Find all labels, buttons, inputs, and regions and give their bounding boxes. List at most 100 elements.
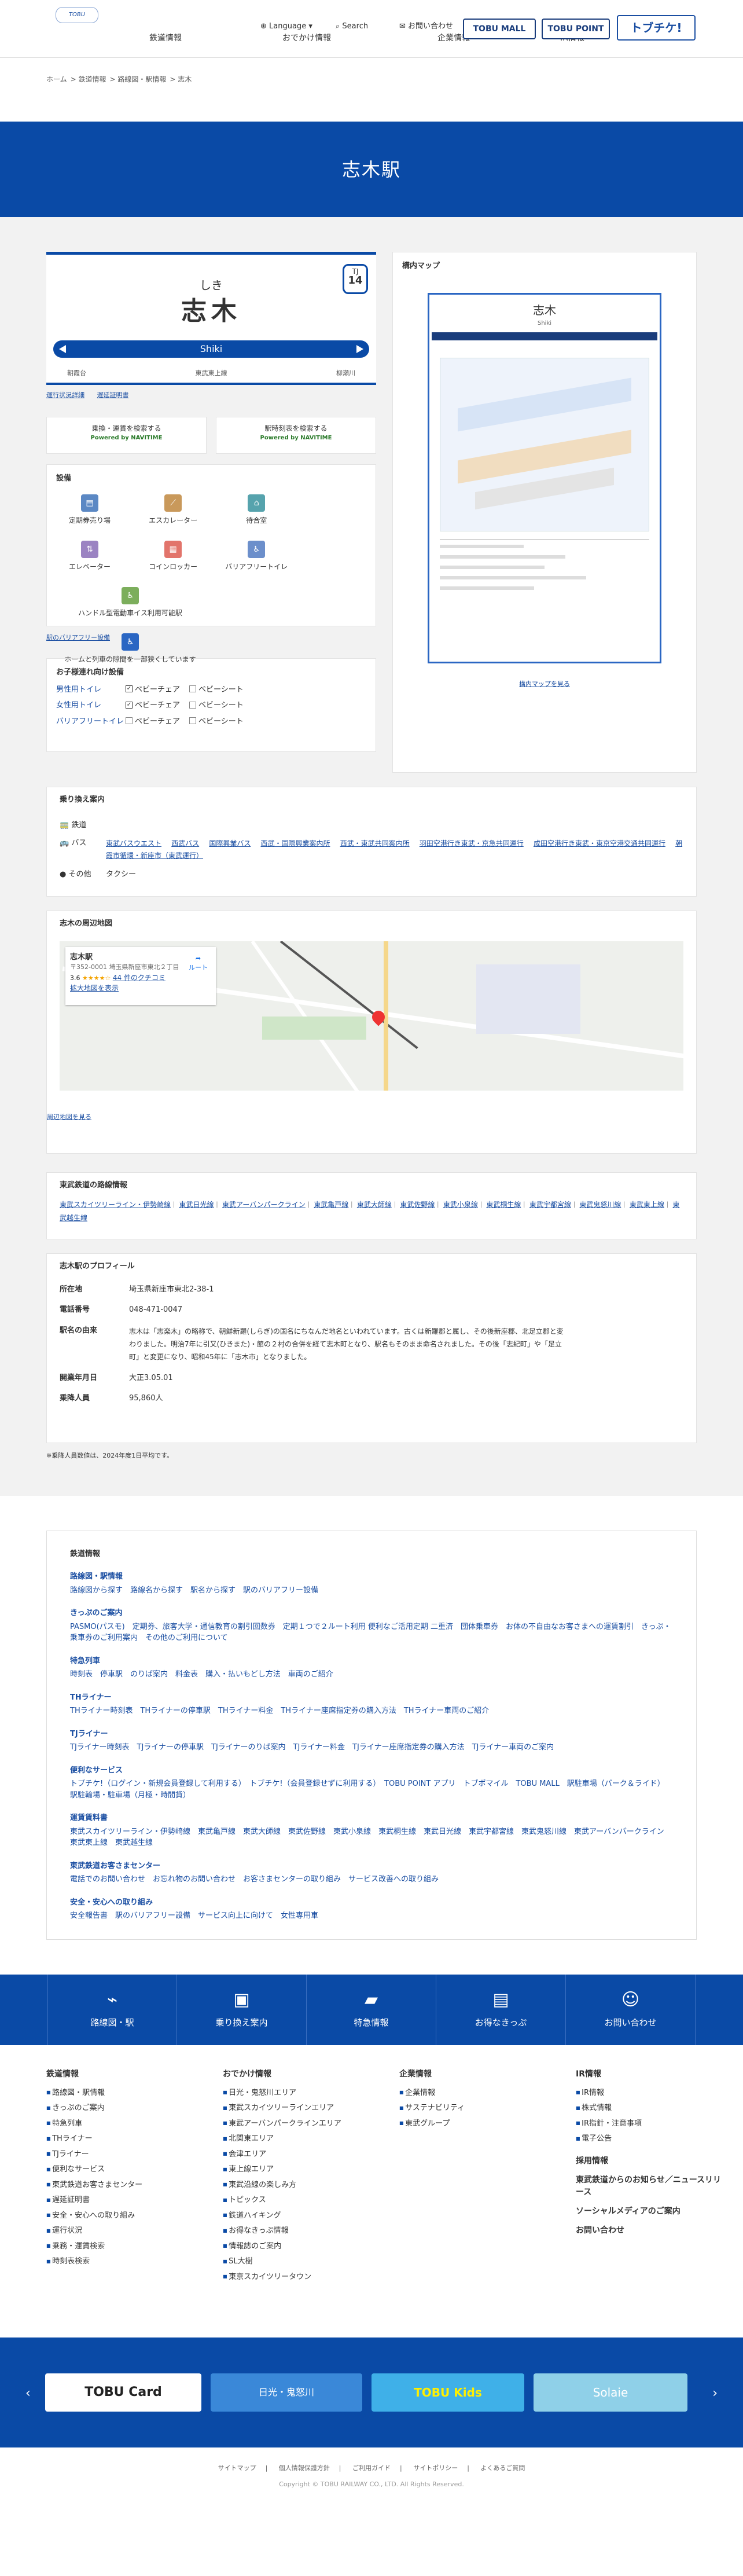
tobu-mall-button[interactable]: TOBU MALL bbox=[463, 19, 536, 39]
sitemap-heading[interactable]: 運賃賃料書 bbox=[70, 1812, 673, 1824]
bus-link[interactable]: 成田空港行き東武・東京空港交通共同運行 bbox=[534, 839, 665, 847]
footer-link[interactable]: お得なきっぷ情報 bbox=[223, 2225, 399, 2237]
delay-certificate-link[interactable]: 遅延証明書 bbox=[97, 391, 129, 399]
footer-link[interactable]: 会津エリア bbox=[223, 2149, 399, 2160]
footer-link[interactable]: 日光・鬼怒川エリア bbox=[223, 2087, 399, 2099]
footer-link[interactable]: 時刻表検索 bbox=[46, 2256, 223, 2267]
bnav-contact[interactable]: ☺ お問い合わせ bbox=[566, 1974, 696, 2045]
footer-link[interactable]: IR情報 bbox=[576, 2087, 726, 2099]
footer-link[interactable]: 路線図・駅情報 bbox=[46, 2087, 223, 2099]
line-link[interactable]: 東武宇都宮線 bbox=[529, 1201, 571, 1209]
sitemap-links[interactable]: 電話でのお問い合わせ お忘れ物のお問い合わせ お客さまセンターの取り組み サービ… bbox=[70, 1874, 673, 1885]
bus-link[interactable]: 羽田空港行き東武・京急共同運行 bbox=[420, 839, 524, 847]
footer-link[interactable]: トピックス bbox=[223, 2195, 399, 2206]
breadcrumb-home[interactable]: ホーム bbox=[46, 75, 67, 83]
carousel-prev-icon[interactable]: ‹ bbox=[25, 2384, 31, 2403]
bus-link[interactable]: 西武バス bbox=[171, 839, 199, 847]
line-link[interactable]: 東武佐野線 bbox=[400, 1201, 435, 1209]
footer-link[interactable]: 北関東エリア bbox=[223, 2133, 399, 2145]
sitemap-heading[interactable]: TJライナー bbox=[70, 1729, 673, 1740]
footer-link[interactable]: 東上線エリア bbox=[223, 2164, 399, 2175]
area-map-link[interactable]: 周辺地図を見る bbox=[47, 1113, 91, 1121]
footer-link[interactable]: IR指針・注意事項 bbox=[576, 2118, 726, 2130]
bnav-tickets[interactable]: ▤ お得なきっぷ bbox=[436, 1974, 566, 2045]
footer-link[interactable]: SL大樹 bbox=[223, 2256, 399, 2267]
footer-link[interactable]: 安全・安心への取り組み bbox=[46, 2210, 223, 2222]
topuchike-button[interactable]: トブチケ! bbox=[617, 15, 696, 41]
footer-news-link[interactable]: 東武鉄道からのお知らせ／ニュースリリース bbox=[576, 2174, 726, 2199]
footer-link[interactable]: 東武グループ bbox=[399, 2118, 576, 2130]
search-link[interactable]: ⌕ Search bbox=[336, 21, 368, 32]
line-link[interactable]: 東武桐生線 bbox=[486, 1201, 521, 1209]
bottom-link[interactable]: サイトマップ bbox=[218, 2464, 256, 2472]
tobu-point-button[interactable]: TOBU POINT bbox=[542, 19, 610, 39]
timetable-search-button[interactable]: 駅時刻表を検索する Powered by NAVITIME bbox=[216, 416, 376, 454]
footer-contact-link[interactable]: お問い合わせ bbox=[576, 2225, 726, 2237]
language-menu[interactable]: ⊕ Language ▾ bbox=[260, 21, 312, 32]
bottom-link[interactable]: 個人情報保護方針 bbox=[279, 2464, 330, 2472]
line-link[interactable]: 東武鬼怒川線 bbox=[579, 1201, 621, 1209]
tobu-logo[interactable]: TOBU bbox=[56, 7, 98, 23]
next-station[interactable]: 柳瀬川 bbox=[336, 369, 355, 379]
line-link[interactable]: 東武大師線 bbox=[357, 1201, 392, 1209]
bus-link[interactable]: 西武・国際興業案内所 bbox=[260, 839, 330, 847]
breadcrumb-routemap[interactable]: 路線図・駅情報 bbox=[117, 75, 166, 83]
google-map[interactable]: 志木駅 〒352-0001 埼玉県新座市東北２丁目 3.6 ★★★★☆ 44 件… bbox=[60, 941, 683, 1091]
banner-nikko[interactable]: 日光・鬼怒川 bbox=[211, 2373, 362, 2412]
line-link[interactable]: 東武亀戸線 bbox=[314, 1201, 348, 1209]
footer-link[interactable]: 便利なサービス bbox=[46, 2164, 223, 2175]
footer-link[interactable]: 東武沿線の楽しみ方 bbox=[223, 2179, 399, 2191]
sitemap-heading[interactable]: 便利なサービス bbox=[70, 1765, 673, 1777]
footer-link[interactable]: 運行状況 bbox=[46, 2225, 223, 2237]
footer-link[interactable]: 乗務・運賃検索 bbox=[46, 2241, 223, 2252]
banner-tobu-kids[interactable]: TOBU Kids bbox=[372, 2373, 524, 2412]
bottom-link[interactable]: よくあるご質問 bbox=[480, 2464, 525, 2472]
bnav-transfer[interactable]: ▣ 乗り換え案内 bbox=[177, 1974, 307, 2045]
footer-link[interactable]: THライナー bbox=[46, 2133, 223, 2145]
sitemap-links[interactable]: 路線図から探す 路線名から探す 駅名から探す 駅のバリアフリー設備 bbox=[70, 1585, 673, 1597]
sitemap-heading[interactable]: 安全・安心への取り組み bbox=[70, 1897, 673, 1909]
route-button[interactable]: ➦ ルート bbox=[189, 954, 208, 973]
footer-social-link[interactable]: ソーシャルメディアのご案内 bbox=[576, 2206, 726, 2218]
footer-link[interactable]: 東武アーバンパークラインエリア bbox=[223, 2118, 399, 2130]
breadcrumb-rail[interactable]: 鉄道情報 bbox=[79, 75, 106, 83]
line-link[interactable]: 東武スカイツリーライン・伊勢崎線 bbox=[60, 1201, 171, 1209]
premises-map-image[interactable]: 志木 Shiki bbox=[428, 292, 661, 663]
banner-solaie[interactable]: Solaie bbox=[534, 2373, 687, 2412]
premises-map-link[interactable]: 構内マップを見る bbox=[519, 680, 570, 688]
sitemap-links[interactable]: PASMO(パスモ) 定期券、旅客大学・通信教育の割引回数券 定期１つで２ルート… bbox=[70, 1621, 673, 1644]
bus-link[interactable]: 国際興業バス bbox=[209, 839, 251, 847]
sitemap-links[interactable]: 安全報告書 駅のバリアフリー設備 サービス向上に向けて 女性専用車 bbox=[70, 1910, 673, 1922]
footer-link[interactable]: 電子公告 bbox=[576, 2133, 726, 2145]
bottom-link[interactable]: ご利用ガイド bbox=[352, 2464, 391, 2472]
sitemap-links[interactable]: トブチケ!（ログイン・新規会員登録して利用する） トブチケ!（会員登録せずに利用… bbox=[70, 1778, 673, 1801]
footer-link[interactable]: 企業情報 bbox=[399, 2087, 576, 2099]
footer-recruit-link[interactable]: 採用情報 bbox=[576, 2155, 726, 2167]
nav-outing[interactable]: おでかけ情報 bbox=[282, 32, 331, 45]
sitemap-heading[interactable]: 路線図・駅情報 bbox=[70, 1571, 673, 1583]
sitemap-links[interactable]: 東武スカイツリーライン・伊勢崎線 東武亀戸線 東武大師線 東武佐野線 東武小泉線… bbox=[70, 1826, 673, 1849]
carousel-next-icon[interactable]: › bbox=[712, 2384, 718, 2403]
line-link[interactable]: 東武小泉線 bbox=[443, 1201, 478, 1209]
bnav-express[interactable]: ▰ 特急情報 bbox=[307, 1974, 436, 2045]
enlarge-map-link[interactable]: 拡大地図を表示 bbox=[70, 983, 211, 993]
footer-link[interactable]: 遅延証明書 bbox=[46, 2195, 223, 2206]
sitemap-heading[interactable]: THライナー bbox=[70, 1692, 673, 1704]
bnav-route[interactable]: ⌁ 路線図・駅 bbox=[47, 1974, 177, 2045]
line-link[interactable]: 東武東上線 bbox=[630, 1201, 664, 1209]
bottom-link[interactable]: サイトポリシー bbox=[413, 2464, 458, 2472]
line-link[interactable]: 東武アーバンパークライン bbox=[222, 1201, 306, 1209]
sitemap-heading[interactable]: きっぷのご案内 bbox=[70, 1608, 673, 1619]
fare-search-button[interactable]: 乗換・運賃を検索する Powered by NAVITIME bbox=[46, 416, 207, 454]
bus-link[interactable]: 西武・東武共同案内所 bbox=[340, 839, 410, 847]
sitemap-heading[interactable]: 特急列車 bbox=[70, 1656, 673, 1667]
footer-link[interactable]: 株式情報 bbox=[576, 2102, 726, 2114]
footer-link[interactable]: TJライナー bbox=[46, 2149, 223, 2160]
line-link[interactable]: 東武日光線 bbox=[179, 1201, 214, 1209]
footer-link[interactable]: 鉄道ハイキング bbox=[223, 2210, 399, 2222]
footer-link[interactable]: きっぷのご案内 bbox=[46, 2102, 223, 2114]
nav-rail-info[interactable]: 鉄道情報 bbox=[149, 32, 182, 45]
barrier-free-link[interactable]: 駅のバリアフリー設備 bbox=[46, 634, 110, 641]
sitemap-links[interactable]: 時刻表 停車駅 のりば案内 料金表 購入・払いもどし方法 車両のご紹介 bbox=[70, 1669, 673, 1680]
sitemap-heading[interactable]: 東武鉄道お客さまセンター bbox=[70, 1861, 673, 1872]
